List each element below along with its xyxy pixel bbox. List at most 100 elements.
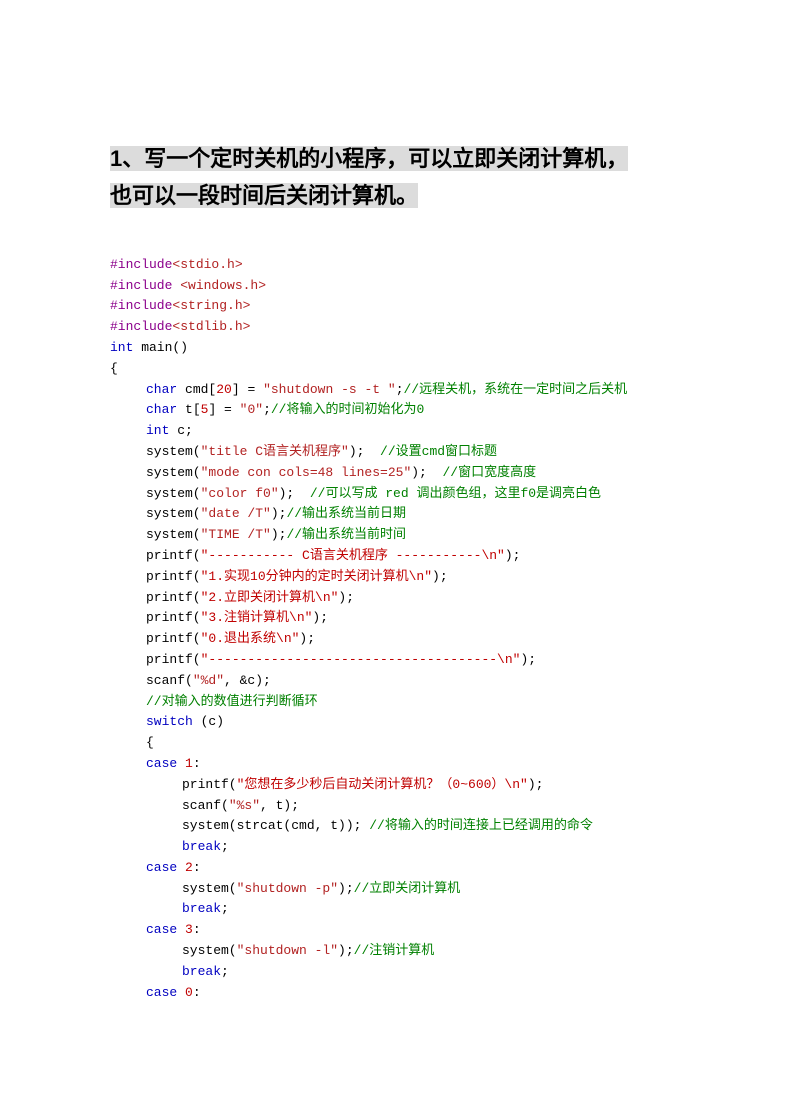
code-token: //输出系统当前日期: [286, 506, 406, 521]
document-page: 1、写一个定时关机的小程序，可以立即关闭计算机， 也可以一段时间后关闭计算机。 …: [0, 0, 792, 1120]
code-token: //将输入的时间连接上已经调用的命令: [369, 818, 593, 833]
code-token: char: [146, 402, 177, 417]
code-token: ;: [396, 382, 404, 397]
code-token: "----------- C语言关机程序 -----------\n": [201, 548, 505, 563]
code-token: printf(: [146, 548, 201, 563]
code-token: <stdlib.h>: [172, 319, 250, 334]
code-line: break;: [110, 899, 682, 920]
code-token: "title C语言关机程序": [201, 444, 349, 459]
code-token: //注销计算机: [354, 943, 435, 958]
code-line: system("shutdown -l");//注销计算机: [110, 941, 682, 962]
code-token: system(: [182, 881, 237, 896]
code-token: //将输入的时间初始化为0: [271, 402, 424, 417]
code-line: case 3:: [110, 920, 682, 941]
code-token: :: [193, 756, 201, 771]
code-token: 20: [216, 382, 232, 397]
code-line: printf("您想在多少秒后自动关闭计算机？（0~600）\n");: [110, 775, 682, 796]
code-token: printf(: [182, 777, 237, 792]
code-line: {: [110, 733, 682, 754]
code-line: system("TIME /T");//输出系统当前时间: [110, 525, 682, 546]
code-line: char cmd[20] = "shutdown -s -t ";//远程关机，…: [110, 380, 682, 401]
code-token: //立即关闭计算机: [354, 881, 461, 896]
code-token: );: [279, 486, 310, 501]
code-token: printf(: [146, 652, 201, 667]
code-token: #include: [110, 298, 172, 313]
code-token: );: [338, 881, 354, 896]
code-token: [177, 922, 185, 937]
code-line: system("mode con cols=48 lines=25"); //窗…: [110, 463, 682, 484]
code-token: (c): [193, 714, 224, 729]
code-token: break: [182, 901, 221, 916]
code-token: , t);: [260, 798, 299, 813]
code-token: );: [349, 444, 380, 459]
code-token: );: [338, 590, 354, 605]
code-line: int main(): [110, 338, 682, 359]
code-token: );: [528, 777, 544, 792]
code-token: #include: [110, 319, 172, 334]
code-line: break;: [110, 962, 682, 983]
code-token: [177, 985, 185, 1000]
code-token: <string.h>: [172, 298, 250, 313]
code-token: case: [146, 756, 177, 771]
code-token: switch: [146, 714, 193, 729]
code-token: system(: [146, 506, 201, 521]
code-line: system("color f0"); //可以写成 red 调出颜色组，这里f…: [110, 484, 682, 505]
code-token: "2.立即关闭计算机\n": [201, 590, 339, 605]
code-token: );: [299, 631, 315, 646]
code-token: system(: [146, 444, 201, 459]
code-line: system("title C语言关机程序"); //设置cmd窗口标题: [110, 442, 682, 463]
code-token: ;: [263, 402, 271, 417]
code-token: ;: [221, 964, 229, 979]
code-line: system(strcat(cmd, t)); //将输入的时间连接上已经调用的…: [110, 816, 682, 837]
code-token: "shutdown -s -t ": [263, 382, 396, 397]
code-token: 1: [185, 756, 193, 771]
code-line: #include<string.h>: [110, 296, 682, 317]
code-line: system("date /T");//输出系统当前日期: [110, 504, 682, 525]
code-token: scanf(: [146, 673, 193, 688]
code-token: [177, 756, 185, 771]
code-token: "TIME /T": [201, 527, 271, 542]
code-token: );: [432, 569, 448, 584]
code-token: <stdio.h>: [172, 257, 242, 272]
code-token: :: [193, 985, 201, 1000]
heading-line2: 也可以一段时间后关闭计算机。: [110, 183, 418, 208]
code-token: "0": [240, 402, 263, 417]
code-token: "1.实现10分钟内的定时关闭计算机\n": [201, 569, 432, 584]
heading: 1、写一个定时关机的小程序，可以立即关闭计算机， 也可以一段时间后关闭计算机。: [110, 140, 682, 215]
code-line: printf("3.注销计算机\n");: [110, 608, 682, 629]
code-line: printf("2.立即关闭计算机\n");: [110, 588, 682, 609]
code-token: break: [182, 839, 221, 854]
code-token: case: [146, 860, 177, 875]
code-line: scanf("%s", t);: [110, 796, 682, 817]
code-line: case 1:: [110, 754, 682, 775]
code-token: //可以写成 red 调出颜色组，这里f0是调亮白色: [310, 486, 601, 501]
code-block: #include<stdio.h>#include <windows.h>#in…: [110, 255, 682, 1004]
code-token: printf(: [146, 610, 201, 625]
code-token: #include: [110, 257, 172, 272]
code-line: {: [110, 359, 682, 380]
code-token: printf(: [146, 569, 201, 584]
code-token: "3.注销计算机\n": [201, 610, 313, 625]
code-line: case 2:: [110, 858, 682, 879]
code-token: "shutdown -l": [237, 943, 338, 958]
code-token: system(: [182, 943, 237, 958]
code-token: t[: [177, 402, 200, 417]
code-token: );: [505, 548, 521, 563]
code-token: 0: [185, 985, 193, 1000]
code-token: ] =: [208, 402, 239, 417]
code-token: );: [312, 610, 328, 625]
code-token: #include: [110, 278, 180, 293]
code-token: );: [271, 506, 287, 521]
code-token: "0.退出系统\n": [201, 631, 300, 646]
code-token: //窗口宽度高度: [442, 465, 536, 480]
code-token: "date /T": [201, 506, 271, 521]
code-token: "您想在多少秒后自动关闭计算机？（0~600）\n": [237, 777, 528, 792]
code-token: break: [182, 964, 221, 979]
code-token: "%s": [229, 798, 260, 813]
code-token: system(: [146, 486, 201, 501]
code-token: c;: [169, 423, 192, 438]
code-token: :: [193, 922, 201, 937]
code-token: case: [146, 922, 177, 937]
code-token: int: [146, 423, 169, 438]
code-token: "shutdown -p": [237, 881, 338, 896]
